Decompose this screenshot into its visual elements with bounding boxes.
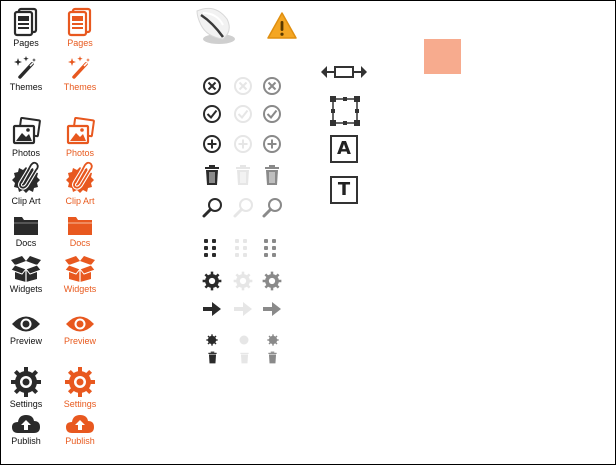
magic-wand-icon	[68, 56, 90, 79]
small-trash-icon[interactable]	[207, 351, 218, 364]
nav-photos-dark[interactable]: Photos	[4, 117, 48, 159]
nav-publish-orange[interactable]: Publish	[58, 413, 102, 447]
text-box-letter: A	[337, 138, 351, 159]
photos-icon	[66, 117, 95, 145]
nav-label: Widgets	[63, 284, 97, 294]
nav-label: Pages	[13, 38, 39, 48]
nav-label: Pages	[67, 38, 93, 48]
trash-icon[interactable]	[263, 164, 281, 186]
cloud-upload-icon	[12, 415, 40, 433]
eye-icon	[12, 316, 40, 332]
nav-settings-dark[interactable]: Settings	[4, 366, 48, 410]
zoom-icon[interactable]	[261, 197, 285, 219]
photos-icon	[12, 117, 41, 145]
gear-icon	[11, 367, 41, 397]
icon-sheet-canvas: Pages Themes Photos Clip Art Docs Widget…	[0, 0, 616, 465]
zoom-icon[interactable]	[201, 197, 225, 219]
pages-icon	[13, 7, 38, 37]
magic-wand-icon	[14, 56, 36, 79]
pages-icon	[67, 7, 92, 37]
gear-icon	[65, 367, 95, 397]
widgets-box-icon	[10, 256, 42, 282]
nav-label: Widgets	[9, 284, 43, 294]
nav-docs-orange[interactable]: Docs	[58, 213, 102, 249]
gear-icon[interactable]	[233, 271, 253, 291]
grid-icon[interactable]	[263, 238, 279, 258]
grid-icon[interactable]	[234, 238, 250, 258]
arrow-right-icon[interactable]	[232, 300, 254, 318]
clip-art-icon	[66, 161, 94, 193]
nav-label: Themes	[9, 82, 43, 92]
nav-photos-orange[interactable]: Photos	[58, 117, 102, 159]
clip-art-icon	[12, 161, 40, 193]
small-trash-icon[interactable]	[267, 351, 278, 364]
nav-widgets-orange[interactable]: Widgets	[58, 253, 102, 295]
cloud-upload-icon	[66, 415, 94, 433]
small-gear-icon[interactable]	[238, 334, 250, 346]
small-trash-icon[interactable]	[239, 351, 250, 364]
nav-settings-orange[interactable]: Settings	[58, 366, 102, 410]
selection-box-icon[interactable]	[329, 95, 361, 127]
color-swatch	[424, 39, 461, 74]
nav-label: Publish	[11, 436, 41, 446]
nav-label: Clip Art	[65, 196, 95, 206]
nav-label: Settings	[63, 399, 97, 409]
gear-icon[interactable]	[262, 271, 282, 291]
plus-icon[interactable]	[262, 134, 282, 154]
nav-label: Settings	[9, 399, 43, 409]
nav-label: Docs	[69, 238, 91, 248]
nav-label: Themes	[63, 82, 97, 92]
nav-preview-orange[interactable]: Preview	[58, 313, 102, 347]
nav-clipart-orange[interactable]: Clip Art	[58, 161, 102, 207]
nav-label: Photos	[65, 148, 95, 158]
arrow-right-icon[interactable]	[201, 300, 223, 318]
widgets-box-icon	[64, 256, 96, 282]
check-icon[interactable]	[233, 104, 253, 124]
nav-themes-orange[interactable]: Themes	[58, 55, 102, 93]
nav-publish-dark[interactable]: Publish	[4, 413, 48, 447]
close-icon[interactable]	[202, 76, 222, 96]
small-gear-icon[interactable]	[206, 334, 218, 346]
trash-icon[interactable]	[203, 164, 221, 186]
nav-clipart-dark[interactable]: Clip Art	[4, 161, 48, 207]
warning-icon	[267, 12, 297, 39]
nav-label: Preview	[9, 336, 42, 346]
title-box-tool-icon[interactable]: T	[330, 176, 358, 204]
small-gear-icon[interactable]	[267, 334, 279, 346]
nav-themes-dark[interactable]: Themes	[4, 55, 48, 93]
nav-label: Photos	[11, 148, 41, 158]
leaf-logo-icon	[196, 7, 235, 44]
title-box-letter: T	[337, 179, 351, 200]
gear-icon[interactable]	[202, 271, 222, 291]
eye-icon	[66, 316, 94, 332]
nav-label: Preview	[63, 336, 96, 346]
check-icon[interactable]	[202, 104, 222, 124]
folder-icon	[68, 217, 92, 235]
nav-preview-dark[interactable]: Preview	[4, 313, 48, 347]
nav-pages-dark[interactable]: Pages	[4, 7, 48, 49]
trash-icon[interactable]	[234, 164, 252, 186]
check-icon[interactable]	[262, 104, 282, 124]
plus-icon[interactable]	[202, 134, 222, 154]
nav-label: Docs	[15, 238, 37, 248]
zoom-icon[interactable]	[232, 197, 256, 219]
arrow-right-icon[interactable]	[261, 300, 283, 318]
nav-widgets-dark[interactable]: Widgets	[4, 253, 48, 295]
folder-icon	[14, 217, 38, 235]
nav-docs-dark[interactable]: Docs	[4, 213, 48, 249]
nav-label: Clip Art	[11, 196, 41, 206]
close-icon[interactable]	[233, 76, 253, 96]
resize-horizontal-icon[interactable]	[319, 63, 369, 81]
grid-icon[interactable]	[203, 238, 219, 258]
plus-icon[interactable]	[233, 134, 253, 154]
nav-label: Publish	[65, 436, 95, 446]
nav-pages-orange[interactable]: Pages	[58, 7, 102, 49]
text-box-tool-icon[interactable]: A	[330, 135, 358, 163]
close-icon[interactable]	[262, 76, 282, 96]
